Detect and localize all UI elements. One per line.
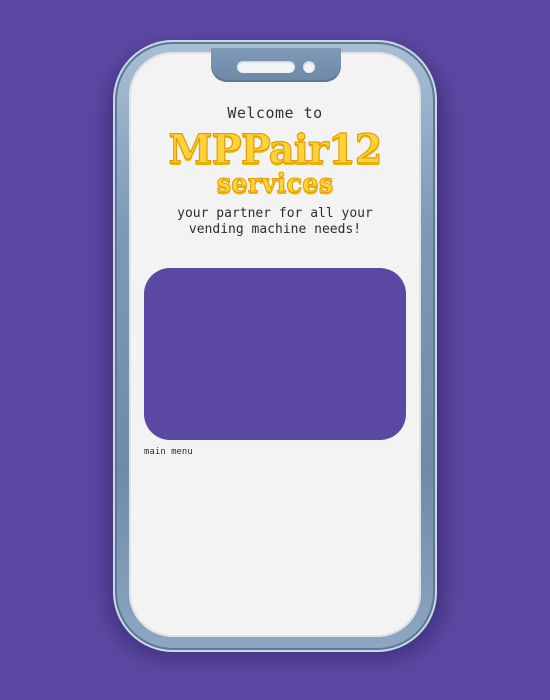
brand-title: MPPair12 xyxy=(168,125,383,173)
welcome-text: Welcome to xyxy=(227,104,323,122)
tagline-line-1: your partner for all your xyxy=(177,206,373,221)
stage: Welcome to MPPair12 services your partne… xyxy=(0,0,550,700)
brand-subtitle: services xyxy=(216,169,334,200)
tagline: your partner for all your vending machin… xyxy=(129,206,421,238)
camera-icon xyxy=(303,61,315,73)
hero-panel[interactable] xyxy=(144,268,406,440)
speaker-slot-icon xyxy=(237,61,295,73)
main-menu-link[interactable]: main menu xyxy=(144,447,193,457)
tagline-line-2: vending machine needs! xyxy=(188,222,362,237)
